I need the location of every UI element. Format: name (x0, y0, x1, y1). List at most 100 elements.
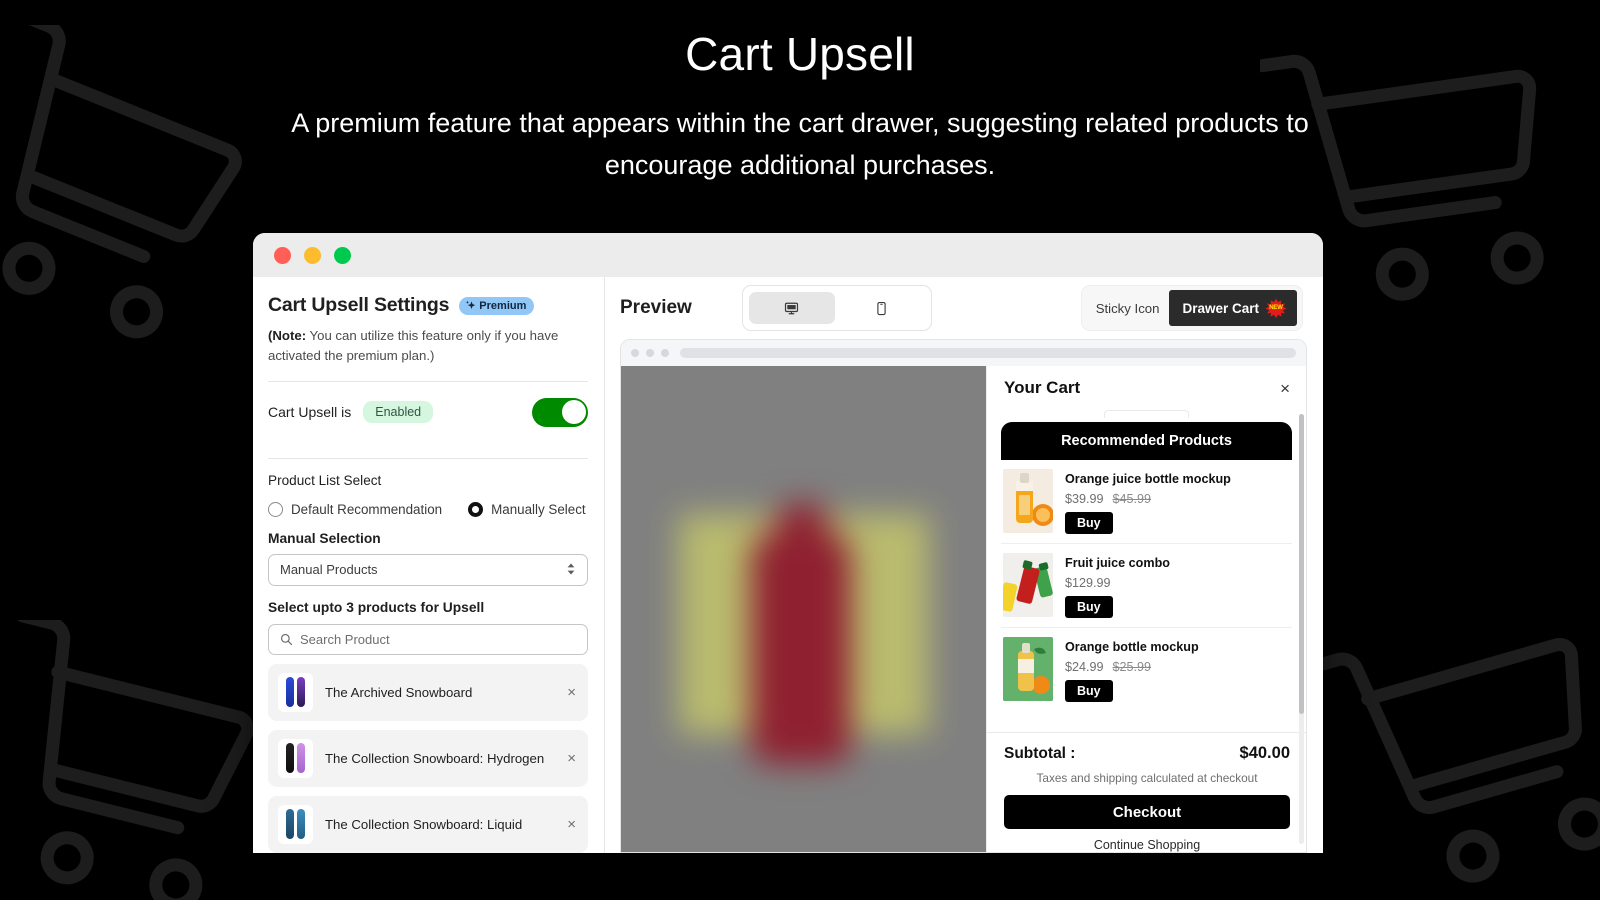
checkout-button[interactable]: Checkout (1004, 795, 1290, 829)
product-info: Fruit juice combo $129.99 Buy (1065, 553, 1290, 618)
product-name: Orange juice bottle mockup (1065, 472, 1231, 486)
subtotal-label: Subtotal : (1004, 745, 1076, 762)
product-price: $129.99 (1065, 576, 1111, 590)
settings-note-text: You can utilize this feature only if you… (268, 328, 559, 363)
search-input[interactable] (300, 631, 576, 647)
hero-section: Cart Upsell A premium feature that appea… (0, 28, 1600, 187)
new-badge-icon: NEW (1265, 298, 1287, 318)
window-body: Cart Upsell Settings Premium (Note: You … (253, 277, 1323, 853)
product-prices: $39.99 $45.99 (1065, 492, 1290, 506)
product-list-radio-group: Default Recommendation Manually Select (268, 501, 588, 517)
browser-mock-toolbar (621, 340, 1306, 366)
list-item-label: The Collection Snowboard: Hydrogen (325, 750, 545, 766)
list-item: Orange juice bottle mockup $39.99 $45.99… (1001, 460, 1292, 544)
remove-product-button[interactable]: × (567, 751, 576, 766)
product-price: $39.99 (1065, 492, 1104, 506)
product-name: Orange bottle mockup (1065, 640, 1199, 654)
blurred-product-photo (678, 484, 929, 764)
settings-note: (Note: You can utilize this feature only… (268, 326, 588, 366)
drawer-cart-button[interactable]: Drawer Cart NEW (1169, 290, 1297, 326)
drawer-cart-label: Drawer Cart (1182, 300, 1259, 316)
radio-manually-select-indicator (468, 501, 484, 517)
product-thumbnail (278, 672, 313, 712)
storefront-preview-image (621, 366, 986, 852)
subtotal-row: Subtotal : $40.00 (1004, 744, 1290, 763)
product-thumbnail (278, 804, 313, 844)
window-maximize-button[interactable] (334, 246, 351, 264)
buy-button[interactable]: Buy (1065, 596, 1113, 618)
tab-desktop-preview[interactable] (748, 292, 835, 324)
radio-manually-select-label: Manually Select (491, 501, 586, 517)
page-title: Cart Upsell (685, 28, 915, 80)
search-product-field[interactable] (268, 623, 588, 655)
product-prices: $129.99 (1065, 576, 1290, 590)
premium-badge-label: Premium (479, 299, 527, 312)
list-item[interactable]: The Archived Snowboard × (268, 663, 588, 721)
remove-product-button[interactable]: × (567, 817, 576, 832)
chevron-updown-icon (566, 562, 576, 578)
window-titlebar (253, 233, 1323, 277)
sticky-icon-label: Sticky Icon (1095, 300, 1160, 316)
cart-drawer: Your Cart × Recommended Products Orange … (986, 366, 1306, 852)
orange-juice-bottle-icon (1003, 469, 1053, 533)
subtotal-value: $40.00 (1239, 744, 1290, 762)
cart-upsell-toggle-label: Cart Upsell is (268, 404, 352, 421)
preview-title: Preview (620, 297, 692, 318)
product-compare-at-price: $25.99 (1112, 660, 1152, 674)
cart-drawer-scroll-area: Recommended Products Orange juice bottle… (987, 410, 1306, 732)
product-compare-at-price: $45.99 (1112, 492, 1152, 506)
list-item[interactable]: The Collection Snowboard: Hydrogen × (268, 729, 588, 787)
new-badge-text: NEW (1269, 305, 1283, 311)
radio-default-recommendation-indicator (268, 501, 283, 517)
cart-outline-icon (15, 620, 255, 900)
settings-panel: Cart Upsell Settings Premium (Note: You … (253, 277, 605, 853)
product-info: Orange juice bottle mockup $39.99 $45.99… (1065, 469, 1290, 534)
list-item[interactable]: The Collection Snowboard: Liquid × (268, 795, 588, 853)
list-item: Orange bottle mockup $24.99 $25.99 Buy (1001, 628, 1292, 711)
remove-product-button[interactable]: × (567, 685, 576, 700)
buy-button[interactable]: Buy (1065, 680, 1113, 702)
device-toggle-group (741, 285, 932, 331)
recommended-products-list: Orange juice bottle mockup $39.99 $45.99… (1001, 460, 1292, 711)
recommended-products-header: Recommended Products (1001, 422, 1292, 460)
desktop-icon (785, 302, 799, 314)
manual-products-select-value: Manual Products (280, 562, 378, 578)
taxes-note: Taxes and shipping calculated at checkou… (1036, 771, 1258, 785)
preview-toolbar: Preview Sticky Icon Drawer Cart NEW (605, 277, 1323, 339)
orange-bottle-icon (1003, 637, 1053, 701)
mobile-icon (877, 301, 886, 315)
cart-scrollbar-thumb[interactable] (1299, 414, 1304, 714)
browser-dot (646, 349, 654, 357)
window-minimize-button[interactable] (304, 246, 321, 264)
tab-mobile-preview[interactable] (839, 292, 925, 324)
manual-products-select[interactable]: Manual Products (268, 553, 588, 586)
select-upto-label: Select upto 3 products for Upsell (268, 599, 485, 615)
list-item: Fruit juice combo $129.99 Buy (1001, 544, 1292, 628)
cart-drawer-header: Your Cart × (987, 366, 1306, 410)
radio-manually-select[interactable]: Manually Select (468, 501, 586, 517)
radio-default-recommendation[interactable]: Default Recommendation (268, 501, 443, 517)
product-info: Orange bottle mockup $24.99 $25.99 Buy (1065, 637, 1290, 702)
premium-badge: Premium (459, 296, 535, 315)
browser-url-bar[interactable] (680, 348, 1296, 358)
product-price: $24.99 (1065, 660, 1104, 674)
browser-stage: Your Cart × Recommended Products Orange … (621, 366, 1306, 852)
close-icon[interactable]: × (1280, 380, 1290, 397)
product-image (1003, 637, 1053, 701)
divider (268, 457, 588, 459)
cart-upsell-switch[interactable] (532, 397, 588, 427)
window-close-button[interactable] (274, 246, 291, 264)
radio-default-recommendation-label: Default Recommendation (291, 501, 443, 517)
list-item-label: The Collection Snowboard: Liquid (325, 816, 523, 832)
page-subtitle: A premium feature that appears within th… (291, 107, 1309, 180)
product-prices: $24.99 $25.99 (1065, 660, 1290, 674)
buy-button[interactable]: Buy (1065, 512, 1113, 534)
product-thumbnail (278, 738, 313, 778)
sticky-icon-group: Sticky Icon Drawer Cart NEW (1080, 285, 1303, 331)
search-icon (280, 633, 293, 645)
manual-selection-label: Manual Selection (268, 530, 381, 546)
cart-upsell-toggle-row: Cart Upsell is Enabled (268, 382, 588, 443)
app-window: Cart Upsell Settings Premium (Note: You … (253, 233, 1323, 853)
cart-footer: Subtotal : $40.00 Taxes and shipping cal… (987, 732, 1306, 852)
continue-shopping-link[interactable]: Continue Shopping (1004, 838, 1290, 852)
